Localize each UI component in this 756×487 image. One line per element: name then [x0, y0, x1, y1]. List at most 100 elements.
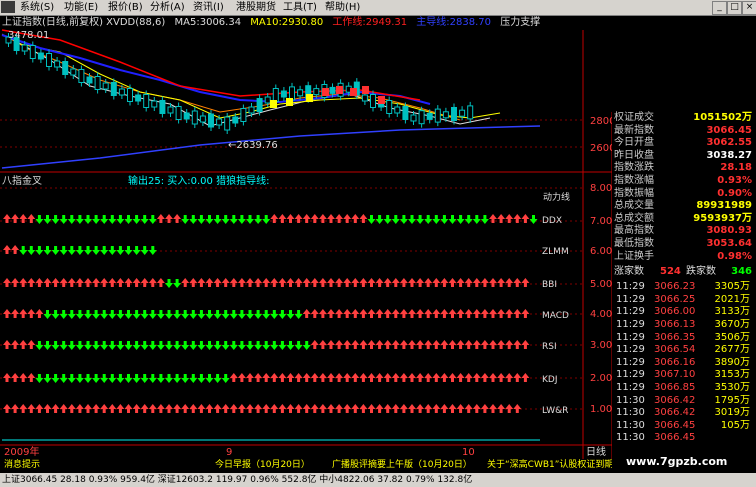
buy-arrow-icon — [448, 309, 457, 318]
sell-arrow-icon — [189, 215, 198, 224]
sell-arrow-icon — [399, 215, 408, 224]
buy-arrow-icon — [84, 278, 92, 287]
buy-arrow-icon — [513, 278, 522, 287]
sell-arrow-icon — [67, 246, 76, 255]
sell-arrow-icon — [189, 310, 198, 319]
sell-arrow-icon — [529, 215, 538, 224]
buy-arrow-icon — [302, 278, 311, 287]
buy-arrow-icon — [351, 404, 360, 413]
sell-arrow-icon — [237, 341, 246, 350]
buy-arrow-icon — [391, 340, 400, 349]
trade-row: 11:30 3066.45 105万 — [612, 420, 754, 432]
sell-arrow-icon — [116, 215, 125, 224]
quote-panel: 权证成交 1051502万 最新指数 3066.45 今日开盘 3062.55 昨日收盘 30… — [612, 112, 756, 461]
trade-time: 11:30 — [616, 407, 645, 419]
signal-candle — [378, 96, 385, 104]
buy-arrow-icon — [432, 309, 441, 318]
buy-arrow-icon — [27, 278, 36, 287]
candle — [191, 110, 198, 125]
candle — [127, 88, 133, 102]
buy-arrow-icon — [51, 278, 60, 287]
sell-arrow-icon — [132, 341, 141, 350]
buy-arrow-icon — [505, 404, 514, 413]
minimize-button[interactable]: _ — [712, 1, 727, 15]
stat-value: 3066.45 — [706, 124, 752, 136]
sell-arrow-icon — [92, 374, 101, 383]
buy-arrow-icon — [375, 278, 384, 287]
sell-arrow-icon — [391, 215, 400, 224]
buy-arrow-icon — [197, 278, 206, 287]
stat-value: 3053.64 — [706, 238, 752, 249]
sell-arrow-icon — [197, 341, 206, 350]
ticker-item-broadcast[interactable]: 广播股评摘要上午版（10月20日） — [332, 459, 472, 471]
sell-arrow-icon — [229, 341, 238, 350]
indicator-row-label: ZLMM — [542, 247, 569, 257]
indicator-legend: 输出25: 买入:0.00 猎狼指导线: — [128, 176, 270, 187]
ticker-item-warrant[interactable]: 关于“深高CWB1”认股权证到期 — [487, 459, 612, 471]
sell-arrow-icon — [92, 215, 101, 224]
buy-arrow-icon — [367, 278, 376, 287]
buy-arrow-icon — [302, 309, 311, 318]
ticker-item-morning[interactable]: 今日早报（10月20日） — [215, 459, 310, 471]
sell-arrow-icon — [148, 246, 157, 255]
buy-arrow-icon — [108, 278, 117, 287]
stat-row: 指数涨跌 28.18 — [612, 162, 754, 174]
sell-arrow-icon — [75, 246, 84, 255]
candle — [410, 114, 417, 122]
buy-arrow-icon — [294, 404, 303, 413]
buy-arrow-icon — [278, 404, 287, 413]
buy-arrow-icon — [383, 373, 392, 382]
candle — [102, 82, 109, 90]
sell-arrow-icon — [35, 215, 44, 224]
buy-arrow-icon — [262, 373, 271, 382]
buy-arrow-icon — [440, 340, 449, 349]
trade-volume: 3305万 — [714, 281, 750, 293]
buy-arrow-icon — [173, 214, 182, 223]
indicator-title: 八指金叉 — [2, 176, 42, 187]
trade-price: 3066.42 — [654, 407, 696, 419]
candle — [426, 112, 433, 120]
buy-arrow-icon — [464, 373, 473, 382]
candle — [451, 107, 457, 121]
buy-arrow-icon — [19, 214, 28, 223]
period-label: 日线 — [586, 445, 606, 458]
stat-row: 指数振幅 0.90% — [612, 188, 754, 200]
buy-arrow-icon — [408, 404, 416, 413]
sell-arrow-icon — [124, 246, 133, 255]
buy-arrow-icon — [408, 373, 416, 382]
news-ticker[interactable]: 消息提示 今日早报（10月20日） 广播股评摘要上午版（10月20日） 关于“深… — [0, 459, 612, 471]
buy-arrow-icon — [424, 340, 433, 349]
buy-arrow-icon — [367, 373, 376, 382]
buy-arrow-icon — [505, 278, 514, 287]
chart-canvas[interactable]: 3478.01 ←2639.76 2800 2600 DDX ZLMM BBI MACD RS… — [0, 0, 612, 459]
indicator-row-label: BBI — [542, 280, 557, 290]
buy-arrow-icon — [116, 278, 125, 287]
buy-arrow-icon — [92, 404, 101, 413]
buy-arrow-icon — [448, 340, 457, 349]
trade-price: 3066.16 — [654, 356, 696, 368]
sell-arrow-icon — [100, 341, 109, 350]
buy-arrow-icon — [246, 278, 254, 287]
buy-arrow-icon — [464, 309, 473, 318]
buy-arrow-icon — [440, 309, 449, 318]
trade-row: 11:29 3066.35 3506万 — [612, 332, 754, 344]
sell-arrow-icon — [67, 215, 76, 224]
trade-row: 11:29 3067.10 3153万 — [612, 369, 754, 381]
sell-arrow-icon — [221, 374, 230, 383]
sell-arrow-icon — [205, 215, 214, 224]
sell-arrow-icon — [75, 215, 84, 224]
stat-value: 89931989 — [696, 200, 752, 212]
buy-arrow-icon — [124, 404, 133, 413]
close-button[interactable]: × — [742, 1, 756, 15]
buy-arrow-icon — [318, 309, 327, 318]
maximize-button[interactable]: □ — [727, 1, 742, 15]
buy-arrow-icon — [51, 404, 60, 413]
sell-arrow-icon — [43, 341, 52, 350]
buy-arrow-icon — [480, 278, 489, 287]
trade-price: 3066.23 — [654, 281, 696, 293]
buy-arrow-icon — [351, 214, 360, 223]
buy-arrow-icon — [205, 278, 214, 287]
buy-arrow-icon — [408, 340, 416, 349]
buy-arrow-icon — [343, 340, 352, 349]
buy-arrow-icon — [310, 214, 319, 223]
